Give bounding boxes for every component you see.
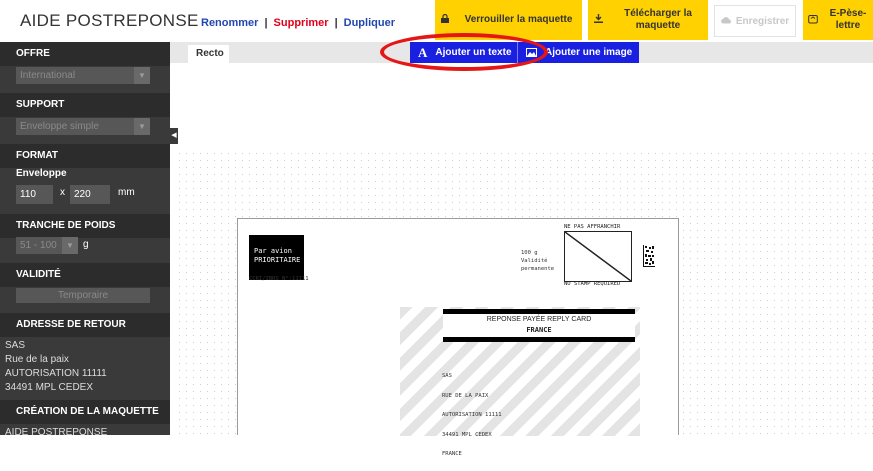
airmail-line: Par avion <box>254 247 292 255</box>
model-actions: Renommer | Supprimer | Dupliquer <box>201 17 395 29</box>
section-title-support: SUPPORT <box>0 93 170 117</box>
envelope-preview: Par avion PRIORITAIRE CCRI/IBRS N°:11111… <box>237 218 679 457</box>
cloud-icon <box>720 16 731 27</box>
epese-lettre-button[interactable]: E-Pèse-lettre <box>803 0 873 40</box>
airmail-line: PRIORITAIRE <box>254 256 301 264</box>
chevron-left-icon: ◀ <box>171 132 177 139</box>
format-times-sign: x <box>60 187 65 198</box>
format-unit-label: mm <box>118 187 135 198</box>
format-width-input[interactable]: 110 <box>16 185 53 204</box>
download-model-button[interactable]: Télécharger la maquette <box>588 0 708 40</box>
save-label: Enregistrer <box>735 15 790 27</box>
format-height-input[interactable]: 220 <box>70 185 110 204</box>
support-select[interactable]: Enveloppe simple ▼ <box>16 118 150 135</box>
save-button[interactable]: Enregistrer <box>714 5 796 37</box>
lock-model-label: Verrouiller la maquette <box>464 14 573 25</box>
dest-line: RUE DE LA PAIX <box>442 392 489 399</box>
collapse-sidebar-button[interactable]: ◀ <box>170 128 178 144</box>
separator: | <box>264 17 268 29</box>
chevron-down-icon: ▼ <box>134 67 150 84</box>
rename-link[interactable]: Renommer <box>201 17 258 29</box>
reply-header[interactable]: REPONSE PAYÉE REPLY CARD FRANCE <box>443 315 635 335</box>
section-title-adresse: ADRESSE DE RETOUR <box>0 313 170 337</box>
tranche-select[interactable]: 51 - 100 ▼ <box>16 237 78 254</box>
reply-country: FRANCE <box>526 326 552 334</box>
recipient-address[interactable]: SAS RUE DE LA PAIX AUTORISATION 11111 34… <box>442 360 502 471</box>
offre-select[interactable]: International ▼ <box>16 67 150 84</box>
weight-line: Validité <box>521 258 548 264</box>
download-model-label: Télécharger la maquette <box>624 8 692 31</box>
reply-title: REPONSE PAYÉE REPLY CARD <box>486 316 592 323</box>
lock-icon <box>435 13 455 26</box>
weight-line: permanente <box>521 266 555 272</box>
section-title-validite: VALIDITÉ <box>0 263 170 287</box>
address-line: 34491 MPL CEDEX <box>5 382 94 393</box>
offre-select-value: International <box>20 70 76 81</box>
section-title-tranche: TRANCHE DE POIDS <box>0 214 170 238</box>
download-icon <box>588 14 608 26</box>
return-address: SAS Rue de la paix AUTORISATION 11111 34… <box>5 339 107 395</box>
temporaire-button[interactable]: Temporaire <box>16 288 150 303</box>
format-type-label: Enveloppe <box>16 168 67 179</box>
delete-link[interactable]: Supprimer <box>274 17 329 29</box>
section-title-creation: CRÉATION DE LA MAQUETTE <box>0 400 170 424</box>
settings-sidebar: OFFRE International ▼ SUPPORT Enveloppe … <box>0 42 170 435</box>
duplicate-link[interactable]: Dupliquer <box>344 17 395 29</box>
tranche-unit-label: g <box>83 239 89 250</box>
dest-line: SAS <box>442 373 452 379</box>
dest-line: AUTORISATION 11111 <box>442 412 502 418</box>
reply-top-bar <box>443 309 635 314</box>
app-title: AIDE POSTREPONSE <box>20 11 199 30</box>
highlight-ellipse <box>380 33 548 71</box>
address-line: AUTORISATION 11111 <box>5 368 107 379</box>
weight-line: 100 g <box>521 250 538 256</box>
dest-line: FRANCE <box>442 451 462 457</box>
datamatrix-code <box>643 245 655 267</box>
section-title-format: FORMAT <box>0 144 170 168</box>
no-stamp-box <box>564 231 632 282</box>
section-title-offre: OFFRE <box>0 42 170 66</box>
no-stamp-top-label: NE PAS AFFRANCHIR <box>564 224 621 230</box>
address-line: Rue de la paix <box>5 354 69 365</box>
ccri-number[interactable]: CCRI/IBRS N°:11111 <box>249 276 309 282</box>
chevron-down-icon: ▼ <box>134 118 150 135</box>
epese-lettre-label: E-Pèse-lettre <box>829 8 867 31</box>
airmail-label[interactable]: Par avion PRIORITAIRE <box>249 235 304 280</box>
tranche-select-value: 51 - 100 <box>20 240 57 251</box>
separator: | <box>334 17 338 29</box>
chevron-down-icon: ▼ <box>62 237 78 254</box>
add-image-label: Ajouter une image <box>545 47 633 58</box>
no-stamp-bottom-label: NO STAMP REQUIRED <box>564 281 621 287</box>
weight-info[interactable]: 100 g Validité permanente <box>521 249 554 273</box>
scale-icon <box>803 14 823 27</box>
tab-recto[interactable]: Recto <box>188 45 229 63</box>
creation-value: AIDE POSTREPONSE <box>5 427 108 435</box>
address-line: SAS <box>5 340 26 351</box>
reply-bottom-bar <box>443 337 635 342</box>
support-select-value: Enveloppe simple <box>20 121 99 132</box>
